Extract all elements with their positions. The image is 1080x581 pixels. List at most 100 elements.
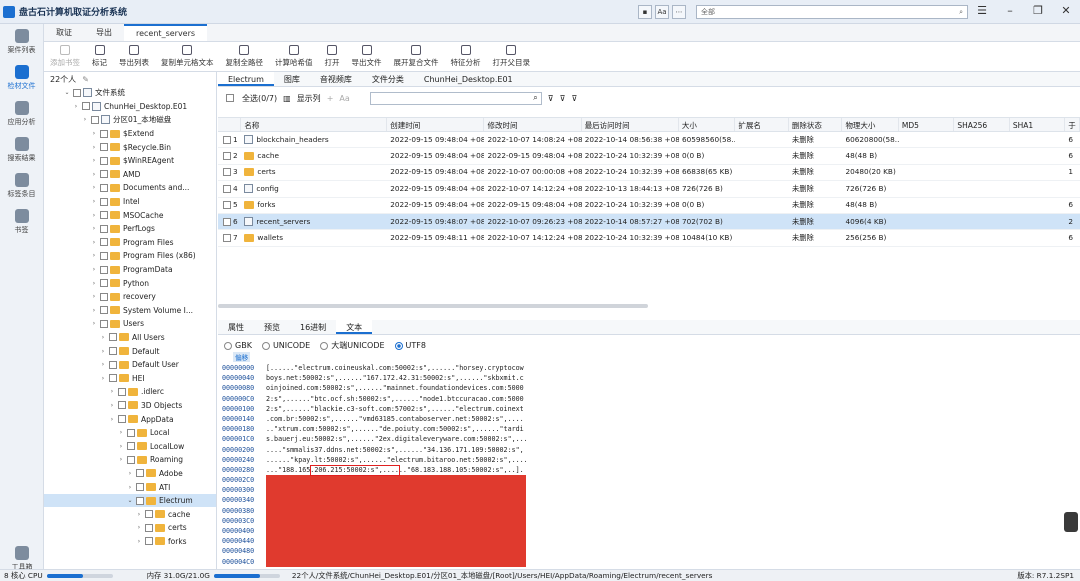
column-header[interactable]: 大小 [679, 118, 736, 131]
column-header[interactable]: 删除状态 [789, 118, 843, 131]
show-columns-label[interactable]: 显示列 [297, 93, 321, 104]
column-header[interactable]: 于 [1065, 118, 1080, 131]
table-row[interactable]: 4 config 2022-09-15 09:48:04 +08 2022-10-07… [218, 181, 1080, 198]
tree-checkbox[interactable] [100, 143, 108, 152]
expand-arrow-icon[interactable]: › [135, 538, 143, 545]
expand-arrow-icon[interactable]: › [99, 334, 107, 341]
column-header[interactable]: 名称 [241, 118, 388, 131]
tree-checkbox[interactable] [100, 251, 108, 260]
tree-item[interactable]: › Intel [44, 195, 216, 209]
tab-hex[interactable]: 16进制 [290, 320, 336, 334]
expand-arrow-icon[interactable]: › [126, 484, 134, 491]
tree-item[interactable]: › $Extend [44, 127, 216, 141]
tree-item[interactable]: › recovery [44, 290, 216, 304]
select-all-checkbox[interactable] [226, 94, 234, 102]
expand-arrow-icon[interactable]: › [81, 116, 89, 123]
tree-checkbox[interactable] [136, 469, 144, 478]
tree-item[interactable]: › Local [44, 426, 216, 440]
tree-checkbox[interactable] [145, 537, 153, 546]
expand-arrow-icon[interactable]: › [72, 103, 80, 110]
row-checkbox[interactable] [223, 168, 231, 177]
tree-checkbox[interactable] [145, 510, 153, 519]
tree-checkbox[interactable] [73, 88, 81, 97]
tree-item[interactable]: › $Recycle.Bin [44, 140, 216, 154]
expand-arrow-icon[interactable]: › [90, 184, 98, 191]
row-number-cell[interactable]: 7 [218, 230, 241, 245]
tree-checkbox[interactable] [109, 347, 117, 356]
table-row[interactable]: 6 recent_servers 2022-09-15 09:48:07 +08 20… [218, 213, 1080, 231]
search-scope[interactable]: 全部 [701, 8, 715, 16]
tree-item[interactable]: › Users [44, 317, 216, 331]
tree-item[interactable]: › Default User [44, 358, 216, 372]
row-number-cell[interactable]: 5 [218, 198, 241, 213]
expand-arrow-icon[interactable]: › [90, 239, 98, 246]
columns-icon[interactable]: ▥ [283, 94, 291, 103]
tree-item[interactable]: › 分区01_本地磁盘 [44, 113, 216, 127]
restore-icon[interactable]: ❐ [1024, 4, 1052, 17]
table-row[interactable]: 3 certs 2022-09-15 09:48:04 +08 2022-10-07 … [218, 165, 1080, 182]
tree-checkbox[interactable] [100, 129, 108, 138]
expand-compound-button[interactable]: 展开复合文件 [388, 45, 445, 68]
expand-arrow-icon[interactable]: › [135, 511, 143, 518]
tree-checkbox[interactable] [82, 102, 90, 111]
open-parent-dir-button[interactable]: 打开父目录 [487, 45, 537, 68]
column-header[interactable]: MD5 [899, 118, 955, 131]
tree-checkbox[interactable] [100, 306, 108, 315]
tree-item[interactable]: › LocalLow [44, 439, 216, 453]
enc-unicode[interactable]: UNICODE [261, 341, 310, 350]
column-header[interactable]: SHA1 [1010, 118, 1066, 131]
tab-recent-servers[interactable]: recent_servers [124, 24, 208, 41]
expand-arrow-icon[interactable]: › [90, 171, 98, 178]
pin-icon[interactable]: ▪ [638, 5, 652, 19]
enc-bigendian-unicode[interactable]: 大端UNICODE [320, 340, 385, 351]
tree-item[interactable]: › cache [44, 507, 216, 521]
row-number-cell[interactable]: 2 [218, 148, 241, 163]
case-toggle-button[interactable]: Aa [655, 5, 669, 19]
tree-item[interactable]: › Program Files (x86) [44, 249, 216, 263]
filter-clear-icon[interactable]: ⊽ [560, 94, 566, 103]
expand-arrow-icon[interactable]: › [126, 470, 134, 477]
side-handle[interactable] [1064, 512, 1078, 532]
tree-item[interactable]: › $WinREAgent [44, 154, 216, 168]
tab-text[interactable]: 文本 [336, 320, 373, 334]
tree-checkbox[interactable] [109, 333, 117, 342]
expand-arrow-icon[interactable]: › [117, 443, 125, 450]
expand-arrow-icon[interactable]: › [99, 375, 107, 382]
tree-item[interactable]: › ChunHei_Desktop.E01 [44, 100, 216, 114]
filter-reset-icon[interactable]: ⊽ [571, 94, 577, 103]
feature-analysis-button[interactable]: 特征分析 [445, 45, 487, 68]
nav-app-analysis[interactable]: 应用分析 [0, 96, 43, 132]
table-row[interactable]: 7 wallets 2022-09-15 09:48:11 +08 2022-10-0… [218, 230, 1080, 247]
tab-image-file[interactable]: ChunHei_Desktop.E01 [414, 72, 523, 86]
tree-checkbox[interactable] [100, 265, 108, 274]
tree-checkbox[interactable] [100, 279, 108, 288]
column-header[interactable]: 创建时间 [387, 118, 485, 131]
tree-item[interactable]: › AppData [44, 412, 216, 426]
search-icon[interactable]: ⌕ [533, 93, 537, 103]
tree-checkbox[interactable] [100, 211, 108, 220]
column-header[interactable]: 扩展名 [735, 118, 789, 131]
row-checkbox[interactable] [223, 135, 231, 144]
tree-checkbox[interactable] [100, 292, 108, 301]
tree-item[interactable]: › System Volume I... [44, 304, 216, 318]
expand-arrow-icon[interactable]: › [90, 293, 98, 300]
tree-checkbox[interactable] [118, 387, 126, 396]
expand-arrow-icon[interactable]: › [117, 456, 125, 463]
expand-arrow-icon[interactable]: › [117, 429, 125, 436]
row-checkbox[interactable] [223, 152, 231, 161]
tree-checkbox[interactable] [145, 523, 153, 532]
horizontal-scrollbar[interactable] [218, 304, 648, 308]
compute-hash-button[interactable]: 计算哈希值 [269, 45, 319, 68]
expand-arrow-icon[interactable]: › [108, 416, 116, 423]
global-search-input[interactable]: 全部 ⌕ [696, 5, 968, 19]
tab-gallery[interactable]: 图库 [274, 72, 310, 86]
tree-item[interactable]: › Roaming [44, 453, 216, 467]
tree-item[interactable]: ⌄ 文件系统 [44, 86, 216, 100]
table-row[interactable]: 1 blockchain_headers 2022-09-15 09:48:04 +… [218, 132, 1080, 149]
row-number-cell[interactable]: 6 [218, 214, 241, 229]
tree-item[interactable]: › MSOCache [44, 208, 216, 222]
column-header[interactable]: 最后访问时间 [582, 118, 679, 131]
tree-checkbox[interactable] [127, 428, 135, 437]
tree-item[interactable]: › AMD [44, 168, 216, 182]
tree-checkbox[interactable] [100, 183, 108, 192]
